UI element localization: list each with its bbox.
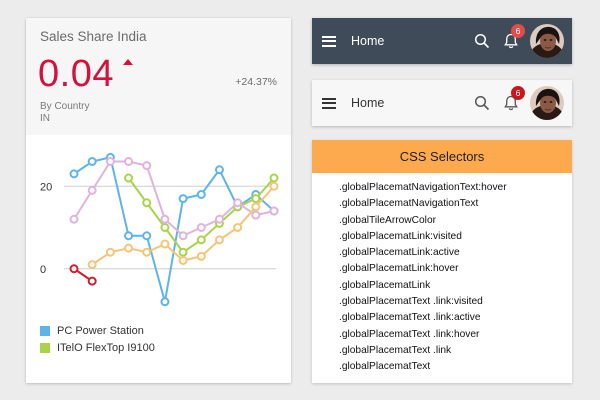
- sales-share-card: Sales Share India 0.04 +24.37% By Countr…: [26, 18, 291, 383]
- kpi-country: IN: [40, 113, 50, 124]
- data-point[interactable]: [214, 235, 224, 245]
- data-point[interactable]: [214, 165, 224, 175]
- data-point[interactable]: [124, 231, 134, 241]
- selector-list: .globalPlacematNavigationText:hover .glob…: [312, 173, 572, 376]
- legend-label: ITelO FlexTop I9100: [57, 341, 155, 354]
- data-point[interactable]: [269, 206, 279, 216]
- data-point[interactable]: [251, 194, 261, 204]
- kpi-title: Sales Share India: [40, 29, 147, 44]
- data-point[interactable]: [69, 264, 79, 274]
- y-tick-label: 20: [40, 181, 52, 193]
- data-point[interactable]: [160, 239, 170, 249]
- data-point[interactable]: [124, 173, 134, 183]
- legend-swatch: [40, 342, 50, 353]
- chart-legend: PC Power Station ITelO FlexTop I9100: [40, 322, 155, 356]
- data-point[interactable]: [87, 276, 97, 286]
- notifications-button[interactable]: 6: [502, 86, 525, 112]
- data-point[interactable]: [142, 247, 152, 257]
- shell-bar-light: Home 6: [312, 80, 572, 126]
- shell-title[interactable]: Home: [351, 96, 474, 110]
- kpi-value: 0.04: [38, 53, 114, 95]
- search-icon[interactable]: [474, 95, 490, 111]
- data-point[interactable]: [178, 194, 188, 204]
- menu-icon[interactable]: [322, 97, 336, 109]
- selector-item[interactable]: .globalPlacematText .link:hover: [339, 327, 572, 343]
- avatar[interactable]: [530, 86, 564, 120]
- selector-item[interactable]: .globalPlacematLink:visited: [339, 229, 572, 245]
- kpi-subtitle: By Country: [40, 101, 90, 112]
- series-line[interactable]: [73, 156, 275, 303]
- data-point[interactable]: [87, 185, 97, 195]
- legend-swatch: [40, 325, 50, 336]
- series-line[interactable]: [73, 160, 275, 237]
- selector-item[interactable]: .globalPlacematText .link: [339, 343, 572, 359]
- data-point[interactable]: [69, 214, 79, 224]
- data-point[interactable]: [105, 247, 115, 257]
- data-point[interactable]: [124, 157, 134, 166]
- shell-bar-dark: Home 6: [312, 18, 572, 64]
- data-point[interactable]: [160, 214, 170, 224]
- search-icon[interactable]: [474, 33, 490, 49]
- data-point[interactable]: [160, 223, 170, 232]
- data-point[interactable]: [87, 157, 97, 166]
- data-point[interactable]: [178, 247, 188, 257]
- data-point[interactable]: [214, 214, 224, 224]
- data-point[interactable]: [196, 223, 206, 232]
- data-point[interactable]: [251, 210, 261, 220]
- selector-item[interactable]: .globalPlacematLink:active: [339, 245, 572, 261]
- kpi-delta: +24.37%: [235, 76, 277, 88]
- data-point[interactable]: [196, 190, 206, 199]
- data-point[interactable]: [69, 169, 79, 179]
- data-point[interactable]: [87, 260, 97, 270]
- selector-item[interactable]: .globalPlacematText .link:active: [339, 310, 572, 326]
- data-point[interactable]: [233, 223, 243, 232]
- notification-badge: 6: [511, 86, 525, 100]
- data-point[interactable]: [178, 231, 188, 241]
- data-point[interactable]: [160, 297, 170, 307]
- data-point[interactable]: [142, 231, 152, 241]
- data-point[interactable]: [233, 198, 243, 208]
- selector-item[interactable]: .globalTileArrowColor: [339, 213, 572, 229]
- selector-item[interactable]: .globalPlacematText: [339, 359, 572, 375]
- data-point[interactable]: [124, 243, 134, 253]
- data-point[interactable]: [269, 173, 279, 183]
- data-point[interactable]: [251, 202, 261, 212]
- data-point[interactable]: [196, 235, 206, 245]
- selector-item[interactable]: .globalPlacematNavigationText: [339, 196, 572, 212]
- css-selectors-panel: CSS Selectors .globalPlacematNavigationT…: [312, 140, 572, 383]
- selector-item[interactable]: .globalPlacematText .link:visited: [339, 294, 572, 310]
- kpi-header[interactable]: Sales Share India 0.04 +24.37% By Countr…: [26, 18, 291, 135]
- legend-item[interactable]: ITelO FlexTop I9100: [40, 339, 155, 356]
- selector-item[interactable]: .globalPlacematLink:hover: [339, 261, 572, 277]
- data-point[interactable]: [142, 161, 152, 171]
- trend-up-icon: [123, 59, 133, 65]
- selector-item[interactable]: .globalPlacematNavigationText:hover: [339, 180, 572, 196]
- y-tick-label: 0: [40, 264, 46, 276]
- legend-item[interactable]: PC Power Station: [40, 322, 155, 339]
- data-point[interactable]: [178, 256, 188, 265]
- data-point[interactable]: [269, 181, 279, 191]
- avatar[interactable]: [530, 24, 564, 58]
- menu-icon[interactable]: [322, 35, 336, 47]
- notifications-button[interactable]: 6: [502, 24, 525, 50]
- shell-title[interactable]: Home: [351, 34, 474, 48]
- data-point[interactable]: [105, 157, 115, 166]
- data-point[interactable]: [196, 251, 206, 261]
- notification-badge: 6: [511, 24, 525, 38]
- line-chart[interactable]: 0 20: [26, 135, 291, 320]
- selector-item[interactable]: .globalPlacematLink: [339, 278, 572, 294]
- data-point[interactable]: [142, 198, 152, 208]
- legend-label: PC Power Station: [57, 324, 144, 337]
- panel-header: CSS Selectors: [312, 140, 572, 173]
